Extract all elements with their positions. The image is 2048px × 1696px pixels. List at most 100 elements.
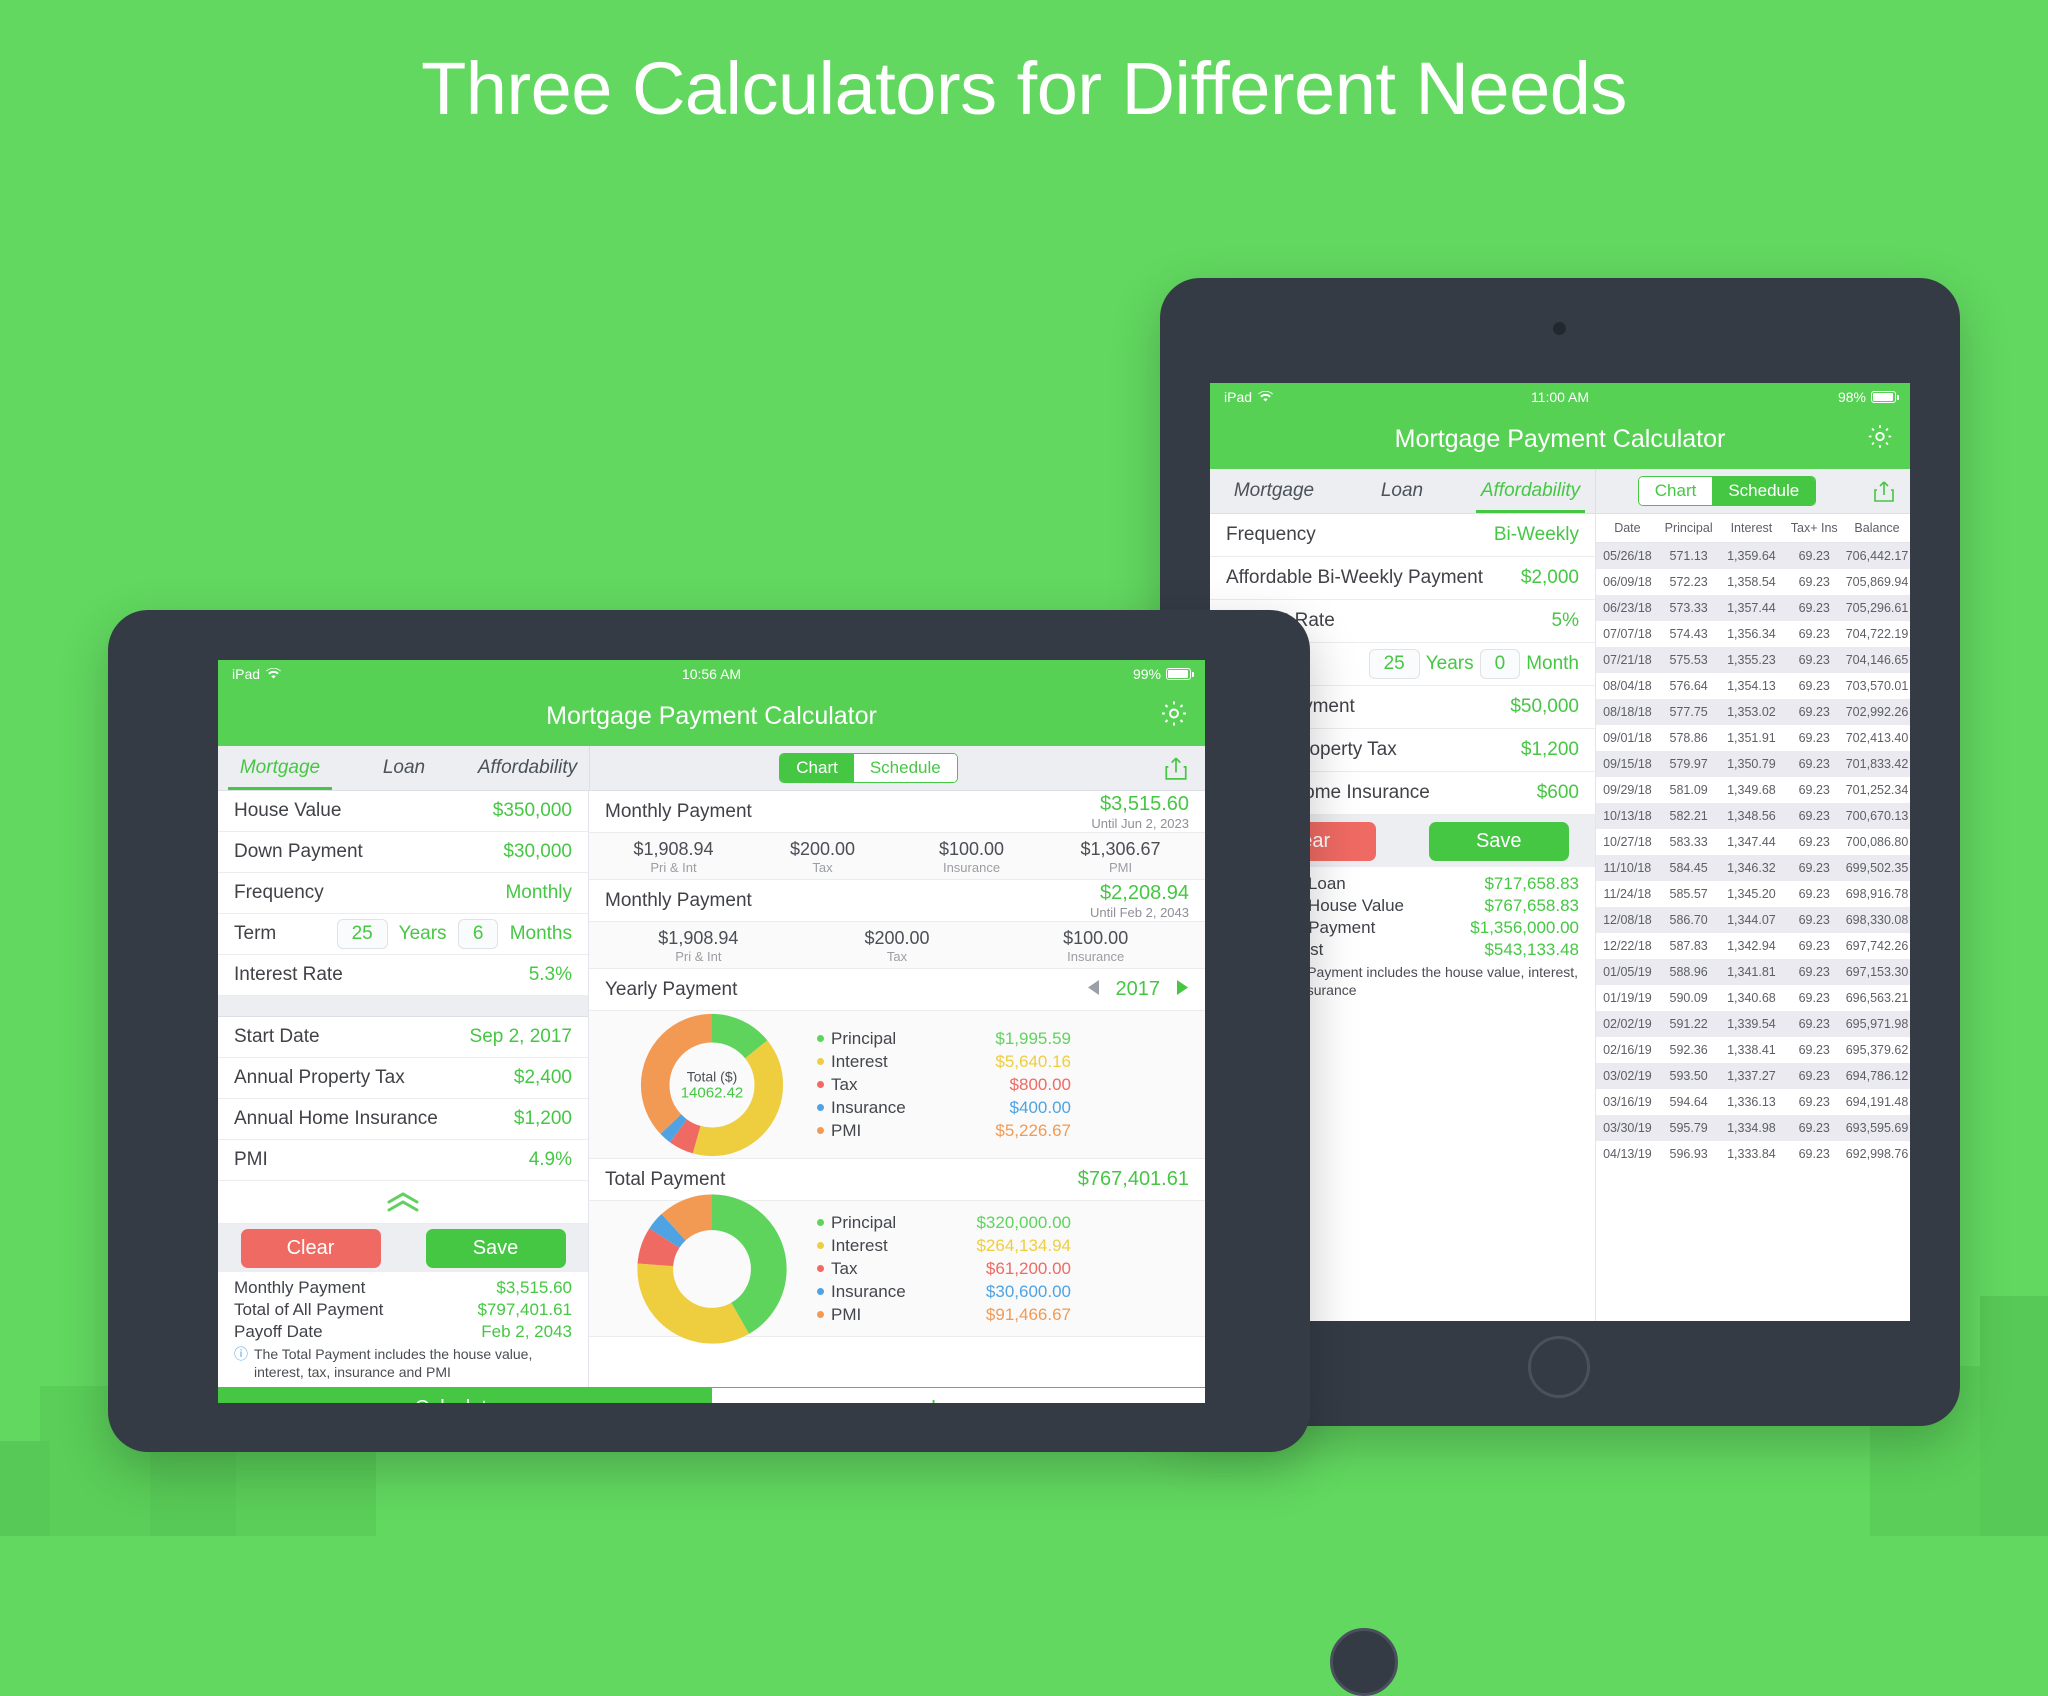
donut-chart-yearly: Total ($) 14062.42 <box>637 1010 787 1160</box>
tab-loan[interactable]: Loan <box>1338 469 1466 513</box>
share-icon[interactable] <box>1147 746 1205 790</box>
tab-mortgage[interactable]: Mortgage <box>218 746 342 790</box>
tab-loan[interactable]: Loan <box>342 746 466 790</box>
chart-schedule-segment[interactable]: Chart Schedule <box>1637 476 1817 506</box>
chevron-left-icon[interactable] <box>1087 979 1100 1001</box>
chevron-right-icon[interactable] <box>1176 979 1189 1001</box>
table-row[interactable]: 01/19/19 590.09 1,340.68 69.23 696,563.21 <box>1596 985 1910 1011</box>
bottom-tab-loans[interactable]: Loans <box>711 1388 1205 1403</box>
tab-mortgage[interactable]: Mortgage <box>1210 469 1338 513</box>
donut-total-label: Total ($) <box>686 1068 738 1084</box>
collapse-button[interactable] <box>218 1181 588 1224</box>
table-cell: 700,670.13 <box>1845 809 1909 823</box>
form-row[interactable]: Affordable Bi-Weekly Payment $2,000 <box>1210 557 1595 600</box>
table-row[interactable]: 09/01/18 578.86 1,351.91 69.23 702,413.40 <box>1596 725 1910 751</box>
tab-affordability[interactable]: Affordability <box>466 746 589 790</box>
table-cell: 702,413.40 <box>1845 731 1909 745</box>
table-row[interactable]: 06/23/18 573.33 1,357.44 69.23 705,296.61 <box>1596 595 1910 621</box>
table-row[interactable]: 12/08/18 586.70 1,344.07 69.23 698,330.08 <box>1596 907 1910 933</box>
table-row[interactable]: 10/13/18 582.21 1,348.56 69.23 700,670.13 <box>1596 803 1910 829</box>
table-cell: 693,595.69 <box>1845 1121 1909 1135</box>
table-row[interactable]: 03/16/19 594.64 1,336.13 69.23 694,191.48 <box>1596 1089 1910 1115</box>
table-row[interactable]: 09/29/18 581.09 1,349.68 69.23 701,252.34 <box>1596 777 1910 803</box>
table-row[interactable]: 07/07/18 574.43 1,356.34 69.23 704,722.19 <box>1596 621 1910 647</box>
table-row[interactable]: 10/27/18 583.33 1,347.44 69.23 700,086.80 <box>1596 829 1910 855</box>
table-cell: 1,337.27 <box>1727 1069 1776 1083</box>
segment-schedule[interactable]: Schedule <box>1712 477 1816 505</box>
table-row[interactable]: 01/05/19 588.96 1,341.81 69.23 697,153.30 <box>1596 959 1910 985</box>
gear-icon[interactable] <box>1866 422 1894 457</box>
term-years-input[interactable]: 25 <box>336 919 388 949</box>
table-row[interactable]: 05/26/18 571.13 1,359.64 69.23 706,442.17 <box>1596 543 1910 569</box>
table-cell: 1,346.32 <box>1727 861 1776 875</box>
navigation-bar: Mortgage Payment Calculator <box>218 687 1205 746</box>
table-cell: 10/13/18 <box>1603 809 1652 823</box>
table-cell: 69.23 <box>1798 575 1830 589</box>
save-button[interactable]: Save <box>425 1228 566 1268</box>
table-cell: 69.23 <box>1798 1121 1830 1135</box>
table-row[interactable]: 02/02/19 591.22 1,339.54 69.23 695,971.98 <box>1596 1011 1910 1037</box>
table-cell: 04/13/19 <box>1603 1147 1652 1161</box>
table-row[interactable]: 02/16/19 592.36 1,338.41 69.23 695,379.62 <box>1596 1037 1910 1063</box>
bottom-tab-calculators[interactable]: Calculators <box>218 1388 712 1403</box>
form-row-property-tax[interactable]: Annual Property Tax $2,400 <box>218 1058 588 1099</box>
table-row[interactable]: 04/13/19 596.93 1,333.84 69.23 692,998.76 <box>1596 1141 1910 1167</box>
table-row[interactable]: 12/22/18 587.83 1,342.94 69.23 697,742.26 <box>1596 933 1910 959</box>
term-years-input[interactable]: 25 <box>1368 649 1420 679</box>
table-row[interactable]: 07/21/18 575.53 1,355.23 69.23 704,146.65 <box>1596 647 1910 673</box>
table-row[interactable]: 06/09/18 572.23 1,358.54 69.23 705,869.94 <box>1596 569 1910 595</box>
table-cell: 705,869.94 <box>1845 575 1909 589</box>
table-row[interactable]: 09/15/18 579.97 1,350.79 69.23 701,833.42 <box>1596 751 1910 777</box>
share-icon[interactable] <box>1858 469 1910 513</box>
form-row-term[interactable]: Term 25 Years 6 Months <box>218 914 588 955</box>
segment-chart[interactable]: Chart <box>1638 477 1713 505</box>
breakdown-cell: $100.00 Insurance <box>996 928 1195 964</box>
table-cell: 69.23 <box>1798 757 1830 771</box>
form-row-down-payment[interactable]: Down Payment $30,000 <box>218 832 588 873</box>
table-row[interactable]: 08/18/18 577.75 1,353.02 69.23 702,992.26 <box>1596 699 1910 725</box>
donut-center-label: Total ($) 14062.42 <box>681 1068 744 1101</box>
table-cell: 1,334.98 <box>1727 1121 1776 1135</box>
term-months-input[interactable]: 0 <box>1479 649 1521 679</box>
home-button[interactable] <box>1528 1336 1590 1398</box>
chart-schedule-segment[interactable]: Chart Schedule <box>779 753 958 783</box>
form-row-interest-rate[interactable]: Interest Rate 5.3% <box>218 955 588 996</box>
tab-affordability[interactable]: Affordability <box>1466 469 1595 513</box>
payment-detail-panel: Monthly Payment $3,515.60 Until Jun 2, 2… <box>589 791 1205 1387</box>
table-cell: 01/05/19 <box>1603 965 1652 979</box>
clear-button[interactable]: Clear <box>240 1228 381 1268</box>
legend-value: $800.00 <box>1009 1074 1071 1094</box>
table-cell: 1,348.56 <box>1727 809 1776 823</box>
form-row-frequency[interactable]: Frequency Monthly <box>218 873 588 914</box>
form-row-house-value[interactable]: House Value $350,000 <box>218 791 588 832</box>
table-row[interactable]: 03/02/19 593.50 1,337.27 69.23 694,786.12 <box>1596 1063 1910 1089</box>
gear-icon[interactable] <box>1159 698 1189 735</box>
form-row-pmi[interactable]: PMI 4.9% <box>218 1140 588 1181</box>
table-row[interactable]: 03/30/19 595.79 1,334.98 69.23 693,595.69 <box>1596 1115 1910 1141</box>
amortization-schedule[interactable]: Date Principal Interest Tax+ Ins Balance… <box>1595 514 1910 1321</box>
table-cell: 1,357.44 <box>1727 601 1776 615</box>
detail-label: Monthly Payment <box>605 800 752 822</box>
table-cell: 694,191.48 <box>1845 1095 1909 1109</box>
save-button[interactable]: Save <box>1428 821 1569 861</box>
row-label: Down Payment <box>234 841 363 862</box>
camera-icon <box>1553 322 1566 335</box>
detail-amount: $3,515.60 <box>1100 792 1189 815</box>
form-row[interactable]: Frequency Bi-Weekly <box>1210 514 1595 557</box>
term-months-input[interactable]: 6 <box>457 919 499 949</box>
table-cell: 704,146.65 <box>1845 653 1909 667</box>
table-row[interactable]: 08/04/18 576.64 1,354.13 69.23 703,570.01 <box>1596 673 1910 699</box>
form-row-start-date[interactable]: Start Date Sep 2, 2017 <box>218 1017 588 1058</box>
legend-item: Tax $800.00 <box>817 1075 1071 1095</box>
table-row[interactable]: 11/10/18 584.45 1,346.32 69.23 699,502.35 <box>1596 855 1910 881</box>
segment-schedule[interactable]: Schedule <box>853 754 957 782</box>
table-cell: 586.70 <box>1669 913 1708 927</box>
segment-chart[interactable]: Chart <box>780 754 854 782</box>
form-row-home-insurance[interactable]: Annual Home Insurance $1,200 <box>218 1099 588 1140</box>
row-label: PMI <box>234 1149 268 1170</box>
breakdown-cell: $1,908.94 Pri & Int <box>599 839 748 875</box>
table-cell: 577.75 <box>1669 705 1708 719</box>
column-interest: Interest <box>1730 521 1773 535</box>
home-button[interactable] <box>1330 1628 1398 1696</box>
table-row[interactable]: 11/24/18 585.57 1,345.20 69.23 698,916.78 <box>1596 881 1910 907</box>
